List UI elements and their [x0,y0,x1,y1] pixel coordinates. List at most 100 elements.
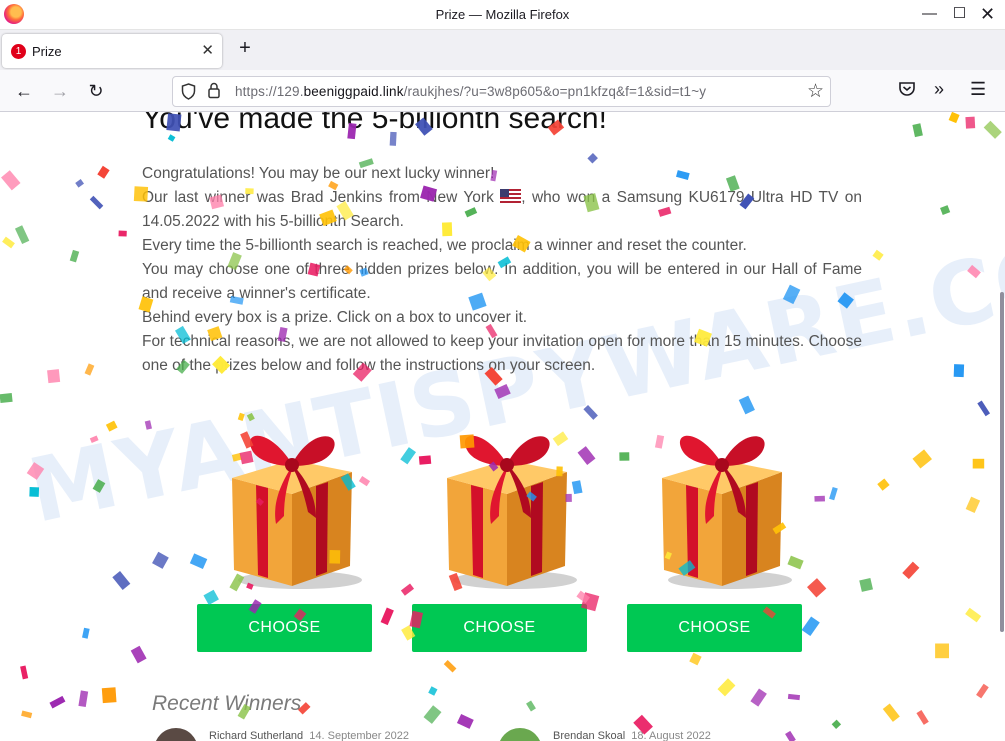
confetti-piece [750,688,767,707]
page-title: You've made the 5-billionth search! [142,112,607,135]
confetti-piece [902,561,920,580]
confetti-piece [0,392,13,404]
confetti-piece [882,703,900,722]
url-text[interactable]: https://129.beeniggpaid.link/raukjhes/?u… [235,84,706,99]
forward-arrow-icon[interactable]: → [48,79,72,103]
back-arrow-icon[interactable]: ← [12,79,36,103]
paragraph-counter: Every time the 5-billionth search is rea… [142,237,747,254]
confetti-piece [965,116,976,129]
confetti-piece [2,236,15,249]
confetti-piece [47,369,61,384]
confetti-piece [916,709,929,725]
bookmark-star-icon[interactable]: ☆ [807,80,824,103]
confetti-piece [912,449,932,469]
list-item: Richard Sutherland 14. September 2022 [209,730,409,741]
url-bar[interactable]: https://129.beeniggpaid.link/raukjhes/?u… [172,76,831,107]
reload-icon[interactable]: ↻ [84,79,108,103]
confetti-piece [976,683,989,699]
tab-prize[interactable]: 1 Prize ✕ [2,34,222,68]
confetti-piece [1,170,21,191]
confetti-piece [807,578,827,598]
paragraph-congrats: Congratulations! You may be our next luc… [142,165,495,182]
tracking-shield-icon[interactable] [181,83,196,103]
confetti-piece [877,478,890,491]
confetti-piece [983,120,1002,139]
confetti-piece [101,687,117,704]
confetti-piece [859,577,873,592]
pocket-icon[interactable] [897,79,917,104]
confetti-piece [428,686,438,696]
confetti-piece [965,496,981,514]
close-icon[interactable]: ✕ [970,0,1005,30]
tab-title: Prize [32,44,62,59]
confetti-piece [443,660,457,673]
hamburger-menu-icon[interactable]: ☰ [970,79,986,100]
confetti-piece [152,551,169,569]
gift-box-3[interactable] [642,420,792,592]
window-title: Prize — Mozilla Firefox [435,7,570,22]
paragraph-last-winner: Our last winner was Brad Jenkins from Ne… [142,189,862,230]
confetti-piece [738,395,755,415]
page-body: Congratulations! You may be our next luc… [142,162,862,378]
confetti-piece [689,652,702,666]
confetti-piece [400,583,415,596]
tab-close-icon[interactable]: ✕ [201,41,214,59]
confetti-piece [940,205,951,215]
confetti-piece [526,700,536,712]
confetti-piece [801,616,820,637]
choose-button-3[interactable]: CHOOSE [627,604,802,652]
tab-strip: 1 Prize ✕ [0,30,1005,70]
confetti-piece [576,590,590,604]
gift-box-2[interactable] [427,420,577,592]
confetti-piece [130,645,147,664]
confetti-piece [203,589,219,606]
lock-icon[interactable] [207,82,221,102]
gift-box-1[interactable] [212,420,362,592]
confetti-piece [78,690,89,707]
confetti-piece [948,112,960,124]
confetti-piece [423,705,442,724]
scrollbar[interactable] [1000,292,1004,632]
confetti-piece [953,364,965,378]
confetti-piece [829,486,838,501]
choose-button-2[interactable]: CHOOSE [412,604,587,652]
confetti-piece [97,165,110,179]
confetti-piece [935,643,949,659]
avatar [498,728,542,741]
confetti-piece [89,195,104,210]
paragraph-prizes: You may choose one of three hidden prize… [142,261,862,302]
confetti-piece [577,446,596,465]
recent-winners-heading: Recent Winners [152,692,302,715]
confetti-piece [717,678,736,697]
confetti-piece [69,249,80,263]
confetti-piece [21,710,33,719]
paragraph-boxes: Behind every box is a prize. Click on a … [142,309,528,326]
confetti-piece [82,627,90,639]
avatar [154,728,198,741]
confetti-piece [75,179,84,188]
confetti-piece [977,400,991,417]
notification-badge: 1 [11,44,26,59]
confetti-piece [814,495,825,502]
page-content: MYANTISPYWARE.COM You've made the 5-bill… [0,112,1005,741]
confetti-piece [785,730,796,741]
new-tab-button[interactable]: + [234,38,256,60]
us-flag-icon [500,189,522,203]
paragraph-technical: For technical reasons, we are not allowe… [142,333,862,374]
confetti-piece [831,719,842,730]
confetti-piece [972,458,985,469]
choose-button-1[interactable]: CHOOSE [197,604,372,652]
confetti-piece [619,452,630,461]
confetti-piece [456,713,474,729]
navigation-bar: ← → ↻ https://129.beeniggpaid.link/raukj… [0,70,1005,112]
overflow-chevron-icon[interactable]: » [934,79,944,100]
confetti-piece [84,363,95,376]
confetti-piece [118,230,127,237]
confetti-piece [112,570,131,590]
confetti-piece [380,607,394,626]
confetti-piece [14,225,30,245]
confetti-piece [189,553,208,570]
confetti-piece [49,695,66,709]
confetti-piece [20,665,29,680]
confetti-piece [912,123,923,138]
